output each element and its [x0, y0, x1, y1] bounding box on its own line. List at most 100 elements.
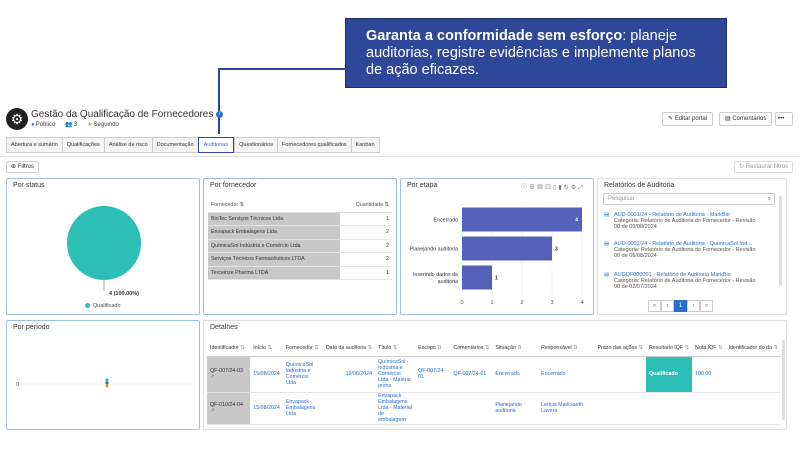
column-header[interactable]: Nota IQF ⇅ — [692, 340, 726, 357]
cell-supplier[interactable]: Envapack Embalagens Ltda — [282, 392, 323, 425]
cell-comments[interactable] — [450, 392, 493, 425]
cell-status[interactable]: Planejando auditoria — [492, 392, 539, 425]
supplier-name-cell[interactable]: QuímicaSol Indústria e Comércio Ltda — [208, 239, 340, 253]
comments-button[interactable]: ▤ Comentários — [719, 112, 773, 126]
tab-qualificacoes[interactable]: Qualificações — [61, 137, 104, 153]
supplier-qty-cell[interactable]: 2 — [339, 239, 392, 253]
cell-audit-date[interactable]: 19/08/2024 — [322, 356, 376, 393]
column-header[interactable]: Título ⇅ — [375, 340, 416, 357]
column-header[interactable]: Situação ⇅ — [492, 340, 539, 357]
cell-start[interactable]: 15/08/2024 — [250, 356, 283, 393]
cell-title[interactable]: QuímicaSol - Indústria e Comércio Ltda -… — [375, 356, 416, 393]
supplier-name-cell[interactable]: Serviços Técnicos Farmacêuticos LTDA — [208, 252, 340, 267]
cell-audit-date[interactable] — [322, 392, 376, 425]
pie-slice-qualificado[interactable] — [67, 206, 141, 280]
external-link-icon[interactable]: ↗ — [210, 374, 214, 380]
cell-responsible[interactable]: Letícia Marksaeth Lavera — [538, 392, 595, 425]
column-header[interactable]: Identificador ⇅ — [207, 340, 251, 357]
edit-portal-button[interactable]: ✎ Editar portal — [662, 112, 714, 126]
more-button[interactable]: ••• — [775, 112, 793, 126]
report-item[interactable]: ▤ AUDQF000001 - Relatório de Auditoria M… — [604, 272, 774, 290]
table-row[interactable]: Serviços Técnicos Farmacêuticos LTDA 2 — [208, 252, 392, 267]
period-point[interactable] — [105, 378, 109, 382]
restore-filters-button[interactable]: ↻ Restaurar filtros — [734, 161, 794, 173]
cell-extra-identifier[interactable] — [725, 392, 781, 425]
cell-status[interactable]: Encerrado — [492, 356, 539, 393]
tab-questionarios[interactable]: Questionários — [234, 137, 278, 153]
supplier-panel-title: Por fornecedor — [210, 182, 257, 189]
tab-kanban[interactable]: Kanban — [350, 137, 380, 153]
cell-supplier[interactable]: QuímicaSol Indústria e Comércio Ltda — [282, 356, 323, 393]
stage-bar[interactable] — [462, 207, 582, 232]
cell-deadline[interactable] — [594, 392, 646, 425]
tab-auditorias[interactable]: Auditorias — [197, 137, 235, 153]
cell-extra-identifier[interactable] — [725, 356, 781, 393]
column-header[interactable]: Identificador do do ⇅ — [725, 340, 781, 357]
cell-scope[interactable]: QF-007/24-01 — [415, 356, 451, 393]
pager-next[interactable]: › — [687, 300, 700, 312]
cell-start[interactable]: 15/08/2024 — [250, 392, 283, 425]
table-row[interactable]: Envapack Embalagens Ltda 2 — [208, 225, 392, 240]
sort-icon: ⇅ — [265, 344, 272, 351]
tab-documentacao[interactable]: Documentação — [151, 137, 198, 153]
stage-bar[interactable] — [462, 265, 492, 290]
status-legend[interactable]: Qualificado — [85, 303, 121, 309]
supplier-name-cell[interactable]: Envapack Embalagens Ltda — [208, 225, 340, 240]
cell-responsible[interactable]: Encerrado — [538, 356, 595, 393]
supplier-qty-cell[interactable]: 1 — [339, 212, 392, 226]
supplier-name-cell[interactable]: Terceirize Pharma LTDA — [208, 266, 340, 280]
pager-prev[interactable]: ‹ — [661, 300, 674, 312]
cell-scope[interactable] — [415, 392, 451, 425]
reports-scrollbar[interactable] — [779, 196, 782, 286]
col-quantity[interactable]: Quantidade ⇅ — [339, 198, 392, 213]
cell-identifier[interactable]: QF-007/24-03 ↗ — [207, 356, 251, 393]
pager-page-1[interactable]: 1 — [674, 300, 687, 312]
column-header[interactable]: Prazo das ações ⇅ — [594, 340, 646, 357]
tab-abertura[interactable]: Abertura e sumário — [6, 137, 62, 153]
search-icon[interactable]: ⌕ — [768, 194, 771, 204]
x-tick-label: 0 — [460, 300, 463, 306]
table-row[interactable]: QF-007/24-03 ↗ 15/08/2024 QuímicaSol Ind… — [207, 356, 781, 393]
supplier-name-cell[interactable]: BioTec Serviços Técnicos Ltda. — [208, 212, 340, 226]
supplier-qty-cell[interactable]: 1 — [339, 266, 392, 280]
table-row[interactable]: Terceirize Pharma LTDA 1 — [208, 266, 392, 280]
stage-bar[interactable] — [462, 236, 552, 261]
cell-iqf-score[interactable] — [692, 392, 726, 425]
follow-status[interactable]: ★Seguindo — [87, 121, 119, 128]
column-header[interactable]: Responsável ⇅ — [538, 340, 595, 357]
cell-comments[interactable]: QF-007/24-01 — [450, 356, 493, 393]
cell-iqf-score[interactable]: 100.00 — [692, 356, 726, 393]
external-link-icon[interactable]: ↗ — [210, 408, 214, 414]
supplier-qty-cell[interactable]: 2 — [339, 252, 392, 267]
filters-button[interactable]: ⊕ Filtros — [6, 161, 40, 173]
cell-iqf-result[interactable]: Qualificado — [645, 356, 693, 393]
column-header[interactable]: Data da auditoria ⇅ — [322, 340, 376, 357]
column-header[interactable]: Comentários ⇅ — [450, 340, 493, 357]
report-item[interactable]: ▤ AUD-0001/24 - Relatório de Auditoria -… — [604, 212, 774, 230]
table-row[interactable]: BioTec Serviços Técnicos Ltda. 1 — [208, 212, 392, 226]
cell-title[interactable]: Envapack Embalagens Ltda - Material de e… — [375, 392, 416, 425]
cell-identifier[interactable]: QF-010/24-04 ↗ — [207, 392, 251, 425]
period-point[interactable] — [105, 384, 109, 388]
members-count[interactable]: 👥3 — [65, 121, 77, 128]
info-icon[interactable]: i — [216, 110, 224, 118]
report-item[interactable]: ▤ AUD-0002/24 - Relatório de Auditoria -… — [604, 241, 774, 259]
cell-deadline[interactable] — [594, 356, 646, 393]
pager-last[interactable]: » — [700, 300, 713, 312]
cell-iqf-result[interactable] — [645, 392, 693, 425]
tab-fornecedores-qualificados[interactable]: Fornecedores qualificados — [277, 137, 351, 153]
pager-first[interactable]: « — [648, 300, 661, 312]
table-row[interactable]: QuímicaSol Indústria e Comércio Ltda 2 — [208, 239, 392, 253]
table-row[interactable]: QF-010/24-04 ↗ 15/08/2024 Envapack Embal… — [207, 392, 781, 425]
tab-analise-risco[interactable]: Análise de risco — [103, 137, 152, 153]
column-header[interactable]: Escopo ⇅ — [415, 340, 451, 357]
column-header[interactable]: Resultado IQF ⇅ — [645, 340, 693, 357]
column-header[interactable]: Fornecedor ⇅ — [282, 340, 323, 357]
column-header[interactable]: Início ⇅ — [250, 340, 283, 357]
supplier-qty-cell[interactable]: 2 — [339, 225, 392, 240]
reports-search-input[interactable]: Pesquisar ⌕ — [603, 193, 775, 205]
visibility-status[interactable]: ●Público — [31, 122, 55, 128]
col-supplier[interactable]: Fornecedor ⇅ — [208, 198, 340, 213]
period-point[interactable] — [105, 381, 109, 385]
details-scrollbar[interactable] — [782, 340, 785, 420]
